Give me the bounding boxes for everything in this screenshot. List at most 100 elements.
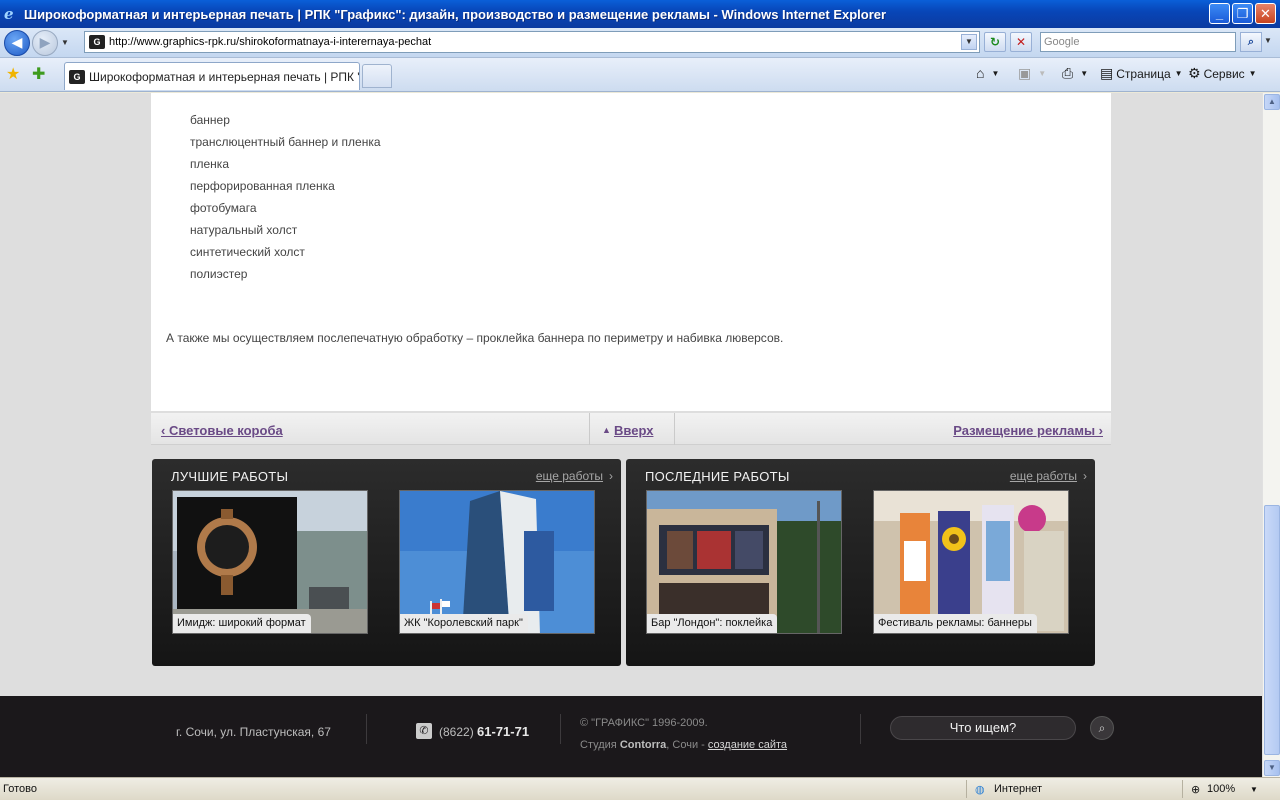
close-button[interactable]: ✕ <box>1255 3 1276 24</box>
page-icon: ▤ <box>1100 65 1114 81</box>
rss-icon: ▣ <box>1018 65 1032 81</box>
list-item: пленка <box>190 157 229 171</box>
tools-dropdown-icon: ▼ <box>1248 69 1257 78</box>
list-item: транслюцентный баннер и пленка <box>190 135 381 149</box>
site-favicon-icon: G <box>89 35 105 49</box>
url-text[interactable]: http://www.graphics-rpk.ru/shirokoformat… <box>109 36 431 48</box>
refresh-button[interactable]: ↻ <box>984 32 1006 52</box>
search-button[interactable]: ⌕ <box>1240 32 1262 52</box>
work-thumbnail-image[interactable]: Фестиваль рекламы: баннеры <box>873 490 1069 634</box>
feeds-dropdown-icon[interactable]: ▼ <box>1038 69 1046 78</box>
festival-banners-image <box>874 491 1068 633</box>
page-dropdown-icon: ▼ <box>1174 69 1183 78</box>
site-footer: г. Сочи, ул. Пластунская, 67 ✆ (8622) 61… <box>0 696 1262 777</box>
print-dropdown-icon[interactable]: ▼ <box>1080 69 1088 78</box>
studio-city: , Сочи - <box>666 739 708 751</box>
pager-divider <box>589 413 590 445</box>
address-toolbar: ◀ ▶ ▼ G http://www.graphics-rpk.ru/shiro… <box>0 28 1280 58</box>
best-works-title: ЛУЧШИЕ РАБОТЫ <box>171 469 289 484</box>
tab-favicon-icon: G <box>69 69 85 84</box>
gear-icon: ⚙ <box>1188 65 1201 81</box>
tools-menu[interactable]: ⚙ Сервис ▼ <box>1188 65 1257 82</box>
tab-active[interactable]: G Широкоформатная и интерьерная печать |… <box>64 62 360 90</box>
best-works-panel: ЛУЧШИЕ РАБОТЫ еще работы › Имидж: широки… <box>152 459 621 666</box>
home-dropdown-icon[interactable]: ▼ <box>991 69 999 78</box>
work-caption: Имидж: широкий формат <box>173 614 311 633</box>
print-button[interactable]: ⎙ ▼ <box>1062 65 1088 82</box>
url-dropdown-icon[interactable]: ▼ <box>961 34 977 50</box>
forward-button[interactable]: ▶ <box>32 29 58 56</box>
feeds-button[interactable]: ▣ ▼ <box>1018 65 1046 82</box>
page-viewport: баннер транслюцентный баннер и пленка пл… <box>0 93 1262 777</box>
tower-building-image <box>400 491 594 633</box>
status-divider <box>966 780 967 798</box>
vertical-scrollbar[interactable]: ▲ ▼ <box>1262 93 1280 777</box>
minimize-button[interactable]: _ <box>1209 3 1230 24</box>
search-options-dropdown-icon[interactable]: ▼ <box>1264 36 1272 45</box>
bar-london-image <box>647 491 841 633</box>
status-bar: Готово ◍ Интернет ⊕ 100% ▼ <box>0 777 1280 800</box>
tab-label: Широкоформатная и интерьерная печать | Р… <box>89 69 360 84</box>
window-title-bar[interactable]: e Широкоформатная и интерьерная печать |… <box>0 0 1280 28</box>
latest-works-panel: ПОСЛЕДНИЕ РАБОТЫ еще работы › Бар "Лондо… <box>626 459 1095 666</box>
tools-menu-label: Сервис <box>1203 66 1245 81</box>
best-works-more-link[interactable]: еще работы <box>536 469 603 483</box>
scroll-up-button[interactable]: ▲ <box>1264 94 1280 110</box>
work-caption: Бар "Лондон": поклейка <box>647 614 778 633</box>
site-search-button[interactable]: ⌕ <box>1090 716 1114 740</box>
add-favorites-icon[interactable]: ✚ <box>32 64 45 84</box>
home-icon: ⌂ <box>976 65 985 81</box>
tab-bar: ★ ✚ G Широкоформатная и интерьерная печа… <box>0 58 1280 92</box>
maximize-button[interactable]: ❐ <box>1232 3 1253 24</box>
window-title: Широкоформатная и интерьерная печать | Р… <box>24 6 887 22</box>
phone-number: 61-71-71 <box>477 724 530 739</box>
next-page-link[interactable]: Размещение рекламы › <box>953 423 1103 438</box>
address-bar[interactable]: G http://www.graphics-rpk.ru/shirokoform… <box>84 31 980 53</box>
favorites-star-icon[interactable]: ★ <box>6 64 20 84</box>
ie-logo-icon: e <box>4 5 14 23</box>
new-tab-button[interactable] <box>362 64 392 88</box>
home-button[interactable]: ⌂ ▼ <box>976 65 999 81</box>
list-item: полиэстер <box>190 267 248 281</box>
history-dropdown-icon[interactable]: ▼ <box>61 38 71 47</box>
up-arrow-icon: ▲ <box>602 425 611 435</box>
work-thumbnail-image[interactable]: ЖК "Королевский парк" <box>399 490 595 634</box>
prev-page-link[interactable]: ‹ Световые короба <box>161 423 283 438</box>
phone-code: (8622) <box>439 725 474 739</box>
footer-divider <box>366 714 367 744</box>
latest-works-more-link[interactable]: еще работы <box>1010 469 1077 483</box>
phone-icon: ✆ <box>416 723 432 739</box>
scroll-down-button[interactable]: ▼ <box>1264 760 1280 776</box>
chevron-right-icon: › <box>609 469 613 483</box>
watch-billboard-image <box>173 491 367 633</box>
zoom-level[interactable]: 100% <box>1207 783 1235 795</box>
footer-studio: Студия Contorra, Сочи - создание сайта <box>580 739 787 751</box>
zoom-icon: ⊕ <box>1191 784 1201 796</box>
work-thumbnail-image[interactable]: Бар "Лондон": поклейка <box>646 490 842 634</box>
footer-phone: (8622) 61-71-71 <box>439 724 529 739</box>
search-icon: ⌕ <box>1098 721 1106 735</box>
status-divider <box>1182 780 1183 798</box>
studio-name: Contorra <box>619 739 667 751</box>
site-search-input[interactable]: Что ищем? <box>890 716 1076 740</box>
status-text: Готово <box>3 783 37 795</box>
list-item: натуральный холст <box>190 223 298 237</box>
work-thumbnail-image[interactable]: Имидж: широкий формат <box>172 490 368 634</box>
printer-icon: ⎙ <box>1062 65 1074 81</box>
materials-list: баннер транслюцентный баннер и пленка пл… <box>190 111 381 287</box>
page-menu[interactable]: ▤ Страница ▼ <box>1100 65 1183 82</box>
up-link[interactable]: Вверх <box>614 423 653 438</box>
window-controls: _ ❐ ✕ <box>1209 3 1276 24</box>
search-input[interactable]: Google <box>1040 32 1236 52</box>
footer-copyright: © "ГРАФИКС" 1996-2009. <box>580 717 708 729</box>
stop-button[interactable]: ✕ <box>1010 32 1032 52</box>
back-button[interactable]: ◀ <box>4 29 30 56</box>
zoom-dropdown-icon[interactable]: ▼ <box>1250 785 1258 794</box>
site-creation-link[interactable]: создание сайта <box>708 739 787 751</box>
post-processing-text: А также мы осуществляем послепечатную об… <box>166 331 784 345</box>
scroll-thumb[interactable] <box>1264 505 1280 755</box>
content-card: баннер транслюцентный баннер и пленка пл… <box>151 93 1111 411</box>
list-item: баннер <box>190 113 230 127</box>
work-caption: Фестиваль рекламы: баннеры <box>874 614 1037 633</box>
footer-divider <box>860 714 861 744</box>
